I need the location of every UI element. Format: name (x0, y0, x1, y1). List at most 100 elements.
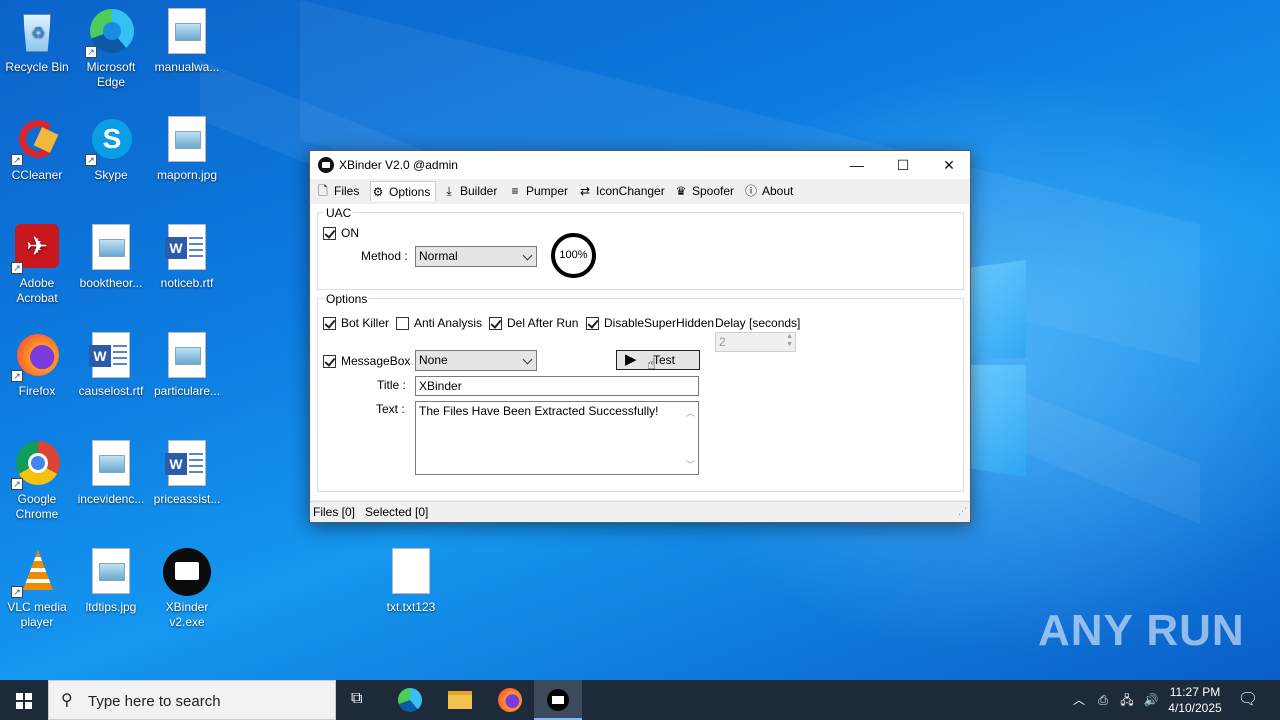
icon-label: Recycle Bin (5, 60, 69, 74)
maximize-button[interactable]: ☐ (880, 151, 926, 179)
checkbox-label: DisableSuperHidden (604, 316, 715, 330)
tray-device[interactable]: ⎙ (1092, 680, 1114, 720)
desktop-icon-maporn[interactable]: maporn.jpg (150, 116, 224, 183)
desktop-icon-skype[interactable]: S ↗ Skype (74, 116, 148, 183)
checkbox-box (323, 227, 336, 240)
clock-time: 11:27 PM (1169, 685, 1221, 699)
disable-super-hidden-checkbox[interactable]: DisableSuperHidden (586, 316, 714, 330)
tray-network[interactable]: 🖧 (1116, 680, 1138, 720)
desktop-icon-noticeb[interactable]: W noticeb.rtf (150, 224, 224, 291)
tab-label: About (762, 184, 794, 198)
word-document-icon: W (163, 440, 211, 488)
image-file-icon (87, 440, 135, 488)
delay-spinner[interactable]: 2 ▲ ▼ (715, 332, 796, 352)
icon-label: priceassist... (153, 492, 221, 506)
checkbox-box (489, 317, 502, 330)
tab-spoofer[interactable]: ♛ Spoofer (674, 181, 738, 201)
uac-percent-indicator: 100% (551, 233, 596, 278)
text-area[interactable]: The Files Have Been Extracted Successful… (415, 401, 699, 475)
icon-label: XBinder v2.exe (165, 600, 209, 629)
word-document-icon: W (87, 332, 135, 380)
start-button[interactable] (0, 680, 48, 720)
checkbox-label: Bot Killer (341, 316, 390, 330)
tab-builder[interactable]: ⤓ Builder (442, 181, 500, 201)
task-view-button[interactable]: ⧉ (336, 680, 384, 720)
bot-killer-checkbox[interactable]: Bot Killer (323, 316, 389, 330)
checkbox-label: Del After Run (507, 316, 579, 330)
desktop-icon-txt[interactable]: txt.txt123 (374, 548, 448, 615)
notification-center-button[interactable]: 🗨 (1232, 680, 1264, 720)
taskbar-clock[interactable]: 11:27 PM 4/10/2025 (1162, 680, 1228, 720)
method-label: Method : (361, 249, 408, 263)
text-label: Text : (376, 402, 405, 416)
minimize-button[interactable]: — (834, 151, 880, 179)
xbinder-app-icon (163, 548, 211, 596)
messagebox-type-dropdown[interactable]: None (415, 350, 537, 371)
delay-value: 2 (719, 335, 726, 349)
show-hidden-icons-button[interactable]: ︿ (1068, 680, 1090, 720)
desktop-icon-adobe-acrobat[interactable]: ✈ ↗ Adobe Acrobat (0, 224, 74, 306)
anti-analysis-checkbox[interactable]: Anti Analysis (396, 316, 482, 330)
icon-label: particulare... (153, 384, 221, 398)
del-after-run-checkbox[interactable]: Del After Run (489, 316, 578, 330)
desktop-icon-vlc[interactable]: ↗ VLC media player (0, 548, 74, 630)
desktop-icon-xbinder[interactable]: XBinder v2.exe (150, 548, 224, 630)
scroll-up-icon[interactable]: ︿ (686, 406, 695, 420)
test-button[interactable]: ▶ Test ☝ (616, 350, 700, 373)
image-file-icon (163, 116, 211, 164)
desktop-icon-recycle-bin[interactable]: ♻ Recycle Bin (0, 8, 74, 75)
uac-on-checkbox[interactable]: ON (323, 226, 359, 240)
title-bar[interactable]: XBinder V2.0 @admin — ☐ ✕ (310, 151, 970, 179)
desktop-icon-microsoft-edge[interactable]: ↗ Microsoft Edge (74, 8, 148, 90)
messagebox-checkbox[interactable]: MessageBox (323, 354, 410, 368)
taskbar-firefox[interactable] (486, 680, 534, 720)
uac-group-title: UAC (324, 206, 354, 220)
desktop-icon-ltdtips[interactable]: ltdtips.jpg (74, 548, 148, 615)
method-value: Normal (419, 249, 458, 263)
download-icon: ⤓ (446, 184, 452, 198)
method-dropdown[interactable]: Normal (415, 246, 537, 267)
desktop-icon-ccleaner[interactable]: ↗ CCleaner (0, 116, 74, 183)
scroll-down-icon[interactable]: ﹀ (686, 458, 695, 472)
app-icon (318, 157, 334, 173)
spinner-arrows-icon[interactable]: ▲ ▼ (786, 333, 793, 349)
percent-value: 100% (559, 249, 588, 261)
chrome-icon: ↗ (11, 440, 61, 490)
tab-label: IconChanger (596, 184, 665, 198)
chevron-down-icon (522, 354, 533, 365)
taskbar-file-explorer[interactable] (436, 680, 484, 720)
checkbox-label: MessageBox (341, 354, 411, 368)
close-button[interactable]: ✕ (926, 151, 972, 179)
anyrun-watermark: ANY RUN (1038, 606, 1245, 655)
tab-about[interactable]: ⓘ About (744, 181, 800, 201)
taskbar-search[interactable]: ⚲ Type here to search (48, 680, 336, 720)
xbinder-app-icon (547, 689, 569, 711)
icon-label: VLC media player (7, 600, 67, 629)
tab-iconchanger[interactable]: ⇄ IconChanger (578, 181, 666, 201)
desktop-icon-causelost[interactable]: W causelost.rtf (74, 332, 148, 399)
desktop-icon-booktheor[interactable]: booktheor... (74, 224, 148, 291)
recycle-bin-icon: ♻ (13, 8, 61, 56)
options-panel: UAC ON Method : Normal 100% Options Bot … (311, 204, 969, 500)
resize-grip-icon[interactable]: ⋰ (958, 501, 967, 521)
image-file-icon (163, 332, 211, 380)
tray-volume[interactable]: 🔊 (1140, 680, 1162, 720)
title-input[interactable]: XBinder (415, 376, 699, 396)
firefox-icon: ↗ (11, 332, 61, 382)
desktop-icon-priceassist[interactable]: W priceassist... (150, 440, 224, 507)
desktop-icon-manualwa[interactable]: manualwa... (150, 8, 224, 75)
taskbar-edge[interactable] (386, 680, 434, 720)
taskbar-xbinder[interactable] (534, 680, 582, 720)
tab-files[interactable]: 🗋 Files (316, 181, 366, 201)
xbinder-window: XBinder V2.0 @admin — ☐ ✕ 🗋 Files ⚙ Option… (309, 150, 971, 523)
tab-pumper[interactable]: ≡ Pumper (508, 181, 570, 201)
title-value: XBinder (419, 379, 462, 393)
desktop-icon-particulare[interactable]: particulare... (150, 332, 224, 399)
desktop-icon-incevidenc[interactable]: incevidenc... (74, 440, 148, 507)
desktop-icon-google-chrome[interactable]: ↗ Google Chrome (0, 440, 74, 522)
checkbox-box (586, 317, 599, 330)
desktop-icon-firefox[interactable]: ↗ Firefox (0, 332, 74, 399)
tab-options[interactable]: ⚙ Options (370, 181, 436, 201)
tab-label: Files (334, 184, 360, 198)
window-title: XBinder V2.0 @admin (339, 158, 458, 172)
